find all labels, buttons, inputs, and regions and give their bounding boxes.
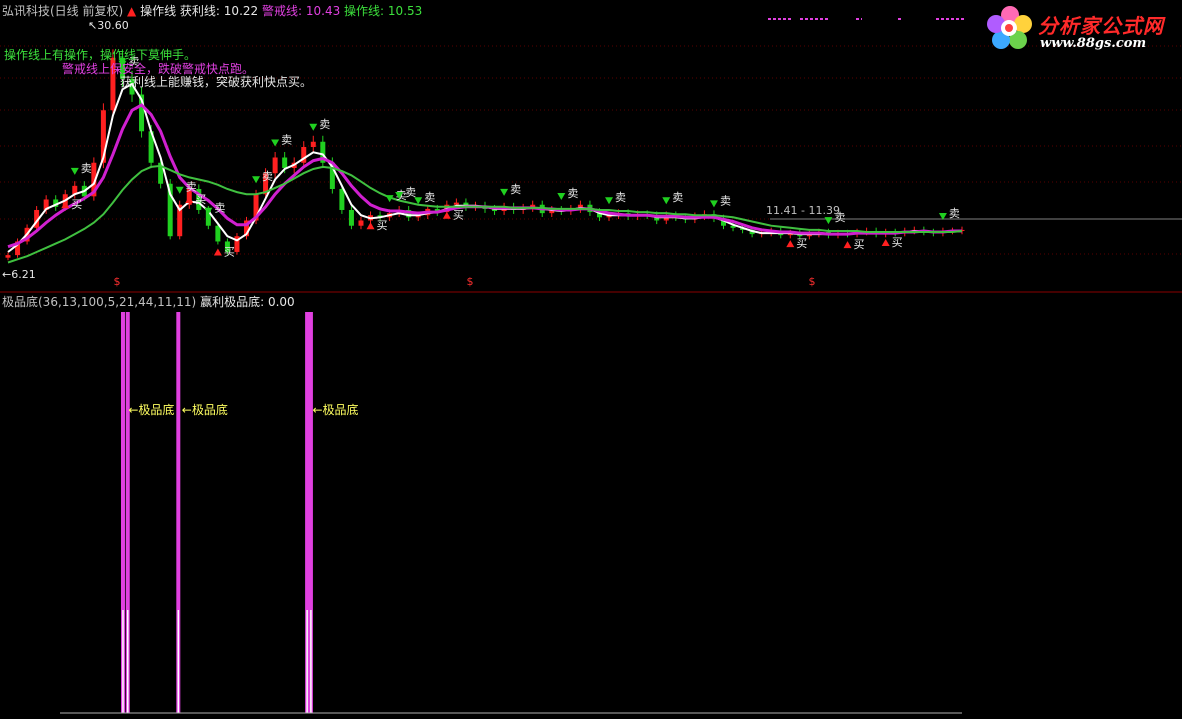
logo: 分析家公式网 www.88gs.com bbox=[982, 2, 1178, 54]
caozuo2-label: 操作线: bbox=[344, 4, 385, 18]
sell-signal-label: 卖 bbox=[262, 170, 273, 183]
sell-signal-label: 卖 bbox=[405, 186, 416, 199]
buy-arrow bbox=[185, 195, 194, 203]
huoli-value: 10.22 bbox=[223, 4, 259, 18]
caozuo-label: 操作线 bbox=[140, 4, 177, 18]
logo-cn: 分析家公式网 bbox=[1038, 14, 1164, 38]
sell-arrow bbox=[175, 186, 184, 194]
signal-bar-label: ←极品底 bbox=[182, 402, 228, 417]
main-header: 弘讯科技(日线 前复权) ▲ 操作线 获利线: 10.22 警戒线: 10.43… bbox=[2, 2, 422, 19]
candle-body bbox=[453, 202, 459, 205]
sub-value-label: 赢利极品底: bbox=[200, 295, 265, 309]
sell-arrow bbox=[500, 188, 509, 196]
sub-header: 极品底(36,13,100,5,21,44,11,11) 赢利极品底: 0.00 bbox=[2, 293, 295, 310]
buy-arrow bbox=[442, 211, 451, 219]
sell-arrow bbox=[309, 123, 318, 131]
buy-signal-label: 买 bbox=[892, 236, 903, 249]
buy-arrow bbox=[881, 239, 890, 247]
signal-bar-label: ←极品底 bbox=[128, 402, 174, 417]
candle-body bbox=[339, 188, 345, 210]
buy-signal-label: 买 bbox=[854, 238, 865, 251]
buy-signal-label: 买 bbox=[195, 193, 206, 206]
dollar-marker: $ bbox=[809, 275, 816, 288]
candle-body bbox=[215, 225, 221, 242]
sell-signal-label: 卖 bbox=[81, 162, 92, 175]
buy-signal-label: 买 bbox=[796, 237, 807, 250]
buy-signal-label: 买 bbox=[224, 245, 235, 258]
buy-signal-label: 买 bbox=[377, 219, 388, 232]
sell-signal-label: 卖 bbox=[949, 207, 960, 220]
sell-signal-label: 卖 bbox=[720, 194, 731, 207]
sell-signal-label: 卖 bbox=[214, 202, 225, 215]
dollar-marker: $ bbox=[114, 275, 121, 288]
min-price-label: ←6.21 bbox=[2, 268, 36, 281]
buy-signal-label: 买 bbox=[71, 198, 82, 211]
candle-body bbox=[282, 157, 288, 168]
candle-body bbox=[5, 255, 11, 258]
buy-arrow bbox=[843, 241, 852, 249]
huoli-label: 获利线: bbox=[179, 4, 220, 18]
buy-arrow bbox=[213, 248, 222, 256]
sell-arrow bbox=[271, 139, 280, 147]
sell-signal-label: 卖 bbox=[567, 187, 578, 200]
buy-arrow bbox=[366, 222, 375, 230]
dollar-marker: $ bbox=[467, 275, 474, 288]
max-price-label: ↖30.60 bbox=[88, 19, 129, 32]
stock-name: 弘讯科技(日线 前复权) bbox=[2, 4, 124, 18]
sell-arrow bbox=[557, 193, 566, 201]
up-arrow-icon: ▲ bbox=[127, 4, 137, 18]
candle-body bbox=[348, 209, 354, 226]
sell-arrow bbox=[252, 176, 261, 184]
sell-arrow bbox=[709, 200, 718, 208]
logo-url: www.88gs.com bbox=[1040, 36, 1147, 51]
annotation-3: 获利线上能赚钱，突破获利快点买。 bbox=[120, 75, 313, 89]
sub-histogram: ←极品底 ←极品底 ←极品底 bbox=[120, 312, 359, 713]
sell-signal-label: 卖 bbox=[672, 191, 683, 204]
sell-signal-label: 卖 bbox=[424, 191, 435, 204]
sub-value: 0.00 bbox=[267, 295, 295, 309]
buy-signal-label: 买 bbox=[453, 209, 464, 222]
sell-signal-label: 卖 bbox=[319, 118, 330, 131]
buy-arrow bbox=[786, 240, 795, 248]
sell-arrow bbox=[605, 197, 614, 205]
sub-title: 极品底(36,13,100,5,21,44,11,11) bbox=[2, 295, 197, 309]
sell-signal-label: 卖 bbox=[510, 183, 521, 196]
sell-signal-label: 卖 bbox=[281, 133, 292, 146]
sell-arrow bbox=[70, 167, 79, 175]
jingjie-value: 10.43 bbox=[305, 4, 341, 18]
range-label: 11.41 - 11.39 bbox=[766, 204, 840, 217]
sell-signal-label: 卖 bbox=[615, 191, 626, 204]
sell-signal-label: 卖 bbox=[186, 181, 197, 194]
candle-body bbox=[310, 141, 316, 148]
jingjie-label: 警戒线: bbox=[261, 4, 303, 18]
candle-body bbox=[272, 157, 278, 174]
caozuo2-value: 10.53 bbox=[387, 4, 423, 18]
sell-arrow bbox=[662, 197, 671, 205]
signal-bar-label: ←极品底 bbox=[313, 402, 359, 417]
sell-arrow bbox=[824, 217, 833, 225]
candle-body bbox=[358, 220, 364, 226]
flower-logo-icon bbox=[987, 6, 1032, 49]
chart-canvas: $ $ $ 买卖卖卖买卖买卖卖卖买卖卖 卖买卖卖卖卖卖买卖买 买卖 ←极品底 ←极品底 ←极… bbox=[0, 18, 1182, 714]
